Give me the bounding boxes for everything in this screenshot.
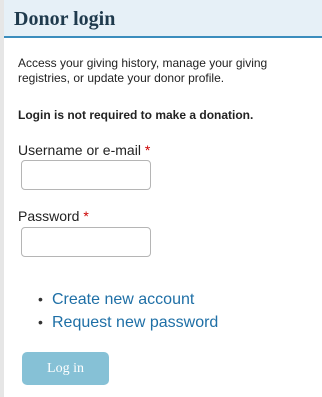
block-description: Access your giving history, manage your … (18, 56, 268, 85)
account-links: • Create new account • Request new passw… (38, 288, 218, 334)
bullet: • (38, 291, 43, 307)
password-label: Password * (18, 208, 89, 224)
username-label: Username or e-mail * (18, 142, 150, 158)
create-account-link[interactable]: Create new account (52, 291, 194, 308)
request-password-link[interactable]: Request new password (52, 314, 218, 331)
donor-login-block: Donor login Access your giving history, … (0, 0, 322, 397)
password-input[interactable] (21, 227, 151, 257)
password-label-text: Password (18, 208, 80, 224)
required-mark: * (83, 208, 89, 224)
login-button[interactable]: Log in (22, 352, 109, 385)
block-title: Donor login (14, 8, 116, 30)
donation-notice: Login is not required to make a donation… (18, 108, 254, 122)
block-header: Donor login (4, 0, 322, 38)
list-item: • Request new password (38, 311, 218, 334)
bullet: • (38, 314, 43, 330)
required-mark: * (144, 142, 151, 158)
username-label-text: Username or e-mail (18, 142, 141, 158)
username-input[interactable] (21, 160, 151, 190)
list-item: • Create new account (38, 288, 218, 311)
